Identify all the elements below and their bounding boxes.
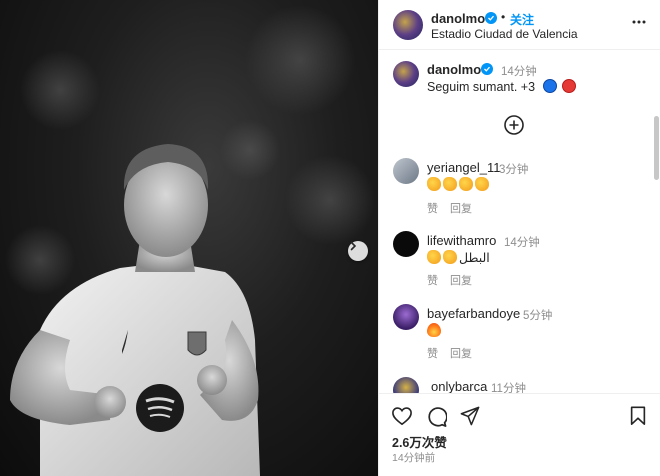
comment-actions: 赞回复	[427, 272, 484, 288]
comment-text: البطل	[427, 250, 490, 265]
reply-comment-button[interactable]: 回复	[450, 203, 472, 215]
comment-username[interactable]: lifewithamro	[427, 233, 496, 248]
comments-scrollbar[interactable]	[654, 116, 659, 180]
clapping-hands-emoji	[475, 177, 489, 191]
blue-circle-emoji	[542, 79, 557, 93]
comment-time: 3分钟	[499, 164, 529, 176]
like-comment-button[interactable]: 赞	[427, 275, 438, 287]
post-location[interactable]: Estadio Ciudad de Valencia	[431, 27, 578, 41]
comment-actions: 赞回复	[427, 200, 484, 216]
post-timestamp: 14分钟前	[392, 452, 436, 464]
clapping-hands-emoji	[427, 177, 441, 191]
post-side-panel: danolmo • 关注 Estadio Ciudad de Valencia …	[378, 0, 660, 476]
comment-username[interactable]: bayefarbandoye	[427, 306, 520, 321]
caption-text: Seguim sumant. +3	[427, 80, 536, 94]
next-photo-button[interactable]	[348, 241, 368, 261]
comment-text	[427, 323, 443, 338]
comment-username[interactable]: onlybarca	[431, 379, 487, 393]
clapping-hands-emoji	[459, 177, 473, 191]
post-header: danolmo • 关注 Estadio Ciudad de Valencia	[379, 0, 660, 50]
clapping-hands-emoji	[443, 250, 457, 264]
likes-count[interactable]: 2.6万次赞	[392, 432, 447, 451]
red-circle-emoji	[562, 79, 577, 93]
separator-dot: •	[501, 10, 506, 24]
comment-time: 11分钟	[491, 383, 526, 393]
commenter-avatar[interactable]	[393, 304, 419, 330]
commenter-avatar[interactable]	[393, 377, 419, 393]
comment-username[interactable]: yeriangel_11	[427, 160, 500, 175]
load-more-comments-button[interactable]	[503, 114, 525, 139]
commenter-avatar[interactable]	[393, 158, 419, 184]
caption-username[interactable]: danolmo	[427, 62, 481, 77]
post-footer: 2.6万次赞 14分钟前	[379, 393, 660, 476]
player-photo-illustration	[5, 5, 375, 476]
more-options-icon[interactable]	[631, 14, 647, 33]
caption-avatar[interactable]	[393, 61, 419, 87]
like-comment-button[interactable]: 赞	[427, 348, 438, 360]
fire-emoji	[427, 323, 441, 337]
bookmark-icon[interactable]	[629, 406, 647, 429]
author-username[interactable]: danolmo	[431, 11, 485, 26]
clapping-hands-emoji	[427, 250, 441, 264]
add-circle-icon	[504, 115, 524, 135]
reply-comment-button[interactable]: 回复	[450, 275, 472, 287]
heart-icon[interactable]	[391, 406, 413, 429]
comment-time: 5分钟	[523, 310, 553, 322]
comments-section[interactable]: danolmo 14分钟 Seguim sumant. +3 yeriangel…	[379, 50, 660, 393]
like-comment-button[interactable]: 赞	[427, 203, 438, 215]
chevron-right-icon	[350, 241, 357, 251]
comment-text	[427, 177, 491, 192]
reply-comment-button[interactable]: 回复	[450, 348, 472, 360]
comment-actions: 赞回复	[427, 345, 484, 361]
comment-body: البطل	[459, 251, 490, 265]
caption-time: 14分钟	[501, 66, 537, 78]
post-photo	[0, 0, 378, 476]
caption-text-row: Seguim sumant. +3	[427, 79, 578, 94]
author-avatar[interactable]	[393, 10, 423, 40]
follow-button[interactable]: 关注	[510, 11, 534, 28]
comment-time: 14分钟	[504, 237, 540, 249]
verified-icon	[481, 63, 493, 75]
verified-icon	[485, 12, 497, 24]
commenter-avatar[interactable]	[393, 231, 419, 257]
clapping-hands-emoji	[443, 177, 457, 191]
share-icon[interactable]	[460, 406, 480, 429]
comment-icon[interactable]	[426, 406, 448, 430]
